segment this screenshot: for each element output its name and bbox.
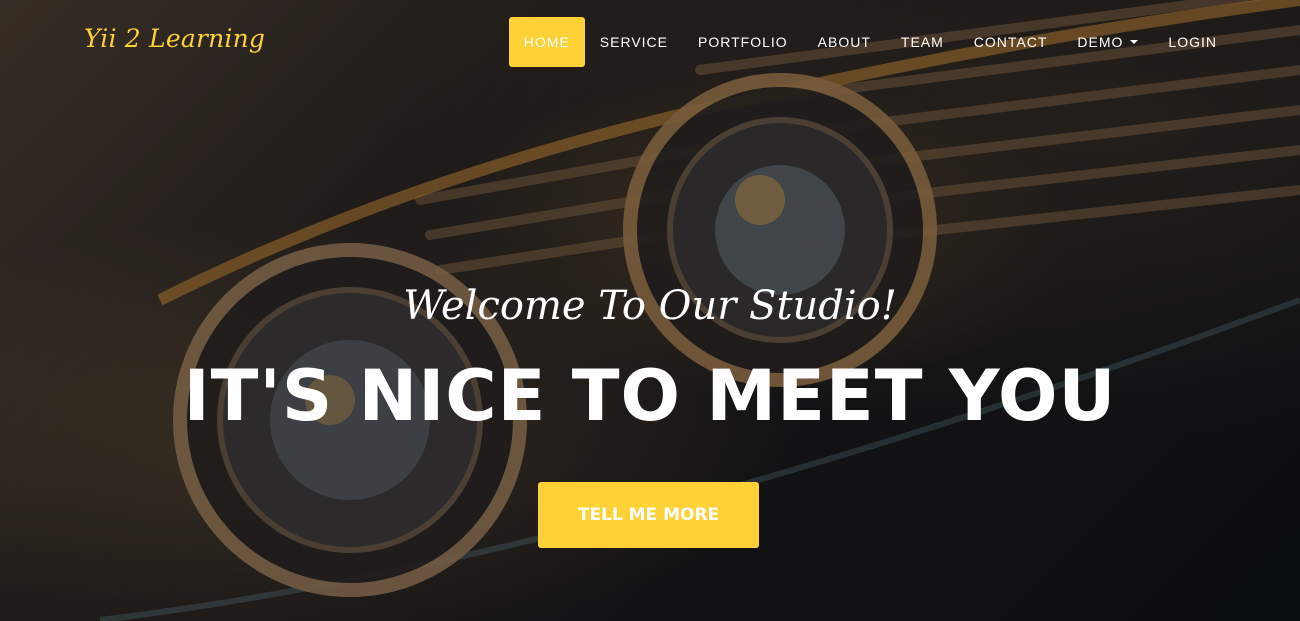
nav-item-label: HOME — [523, 34, 570, 50]
intro-lead-text: Welcome To Our Studio! — [403, 283, 897, 329]
nav-item-label: LOGIN — [1168, 34, 1217, 50]
nav-item-label: TEAM — [900, 34, 944, 50]
brand-logo[interactable]: Yii 2 Learning — [84, 24, 265, 53]
nav-item-demo-dropdown[interactable]: DEMO — [1062, 17, 1153, 67]
caret-down-icon — [1130, 40, 1139, 44]
nav-item-team[interactable]: TEAM — [886, 17, 959, 67]
nav-item-about[interactable]: ABOUT — [803, 17, 886, 67]
nav-item-portfolio[interactable]: PORTFOLIO — [683, 17, 803, 67]
intro-heading: IT'S NICE TO MEET YOU — [183, 355, 1117, 437]
nav-item-login[interactable]: LOGIN — [1153, 17, 1232, 67]
nav-item-service[interactable]: SERVICE — [585, 17, 683, 67]
nav-item-label: ABOUT — [817, 34, 871, 50]
tell-me-more-button[interactable]: TELL ME MORE — [538, 482, 759, 548]
nav-item-home[interactable]: HOME — [508, 17, 585, 67]
nav-item-contact[interactable]: CONTACT — [959, 17, 1063, 67]
nav-item-label: DEMO — [1077, 34, 1124, 50]
navbar: Yii 2 Learning HOME SERVICE PORTFOLIO AB… — [0, 0, 1300, 84]
nav-item-label: PORTFOLIO — [698, 34, 788, 50]
nav-item-label: CONTACT — [973, 34, 1048, 50]
nav-menu: HOME SERVICE PORTFOLIO ABOUT TEAM CONTAC… — [508, 17, 1232, 67]
hero-section: Yii 2 Learning HOME SERVICE PORTFOLIO AB… — [0, 0, 1300, 621]
nav-item-label: SERVICE — [599, 34, 669, 50]
